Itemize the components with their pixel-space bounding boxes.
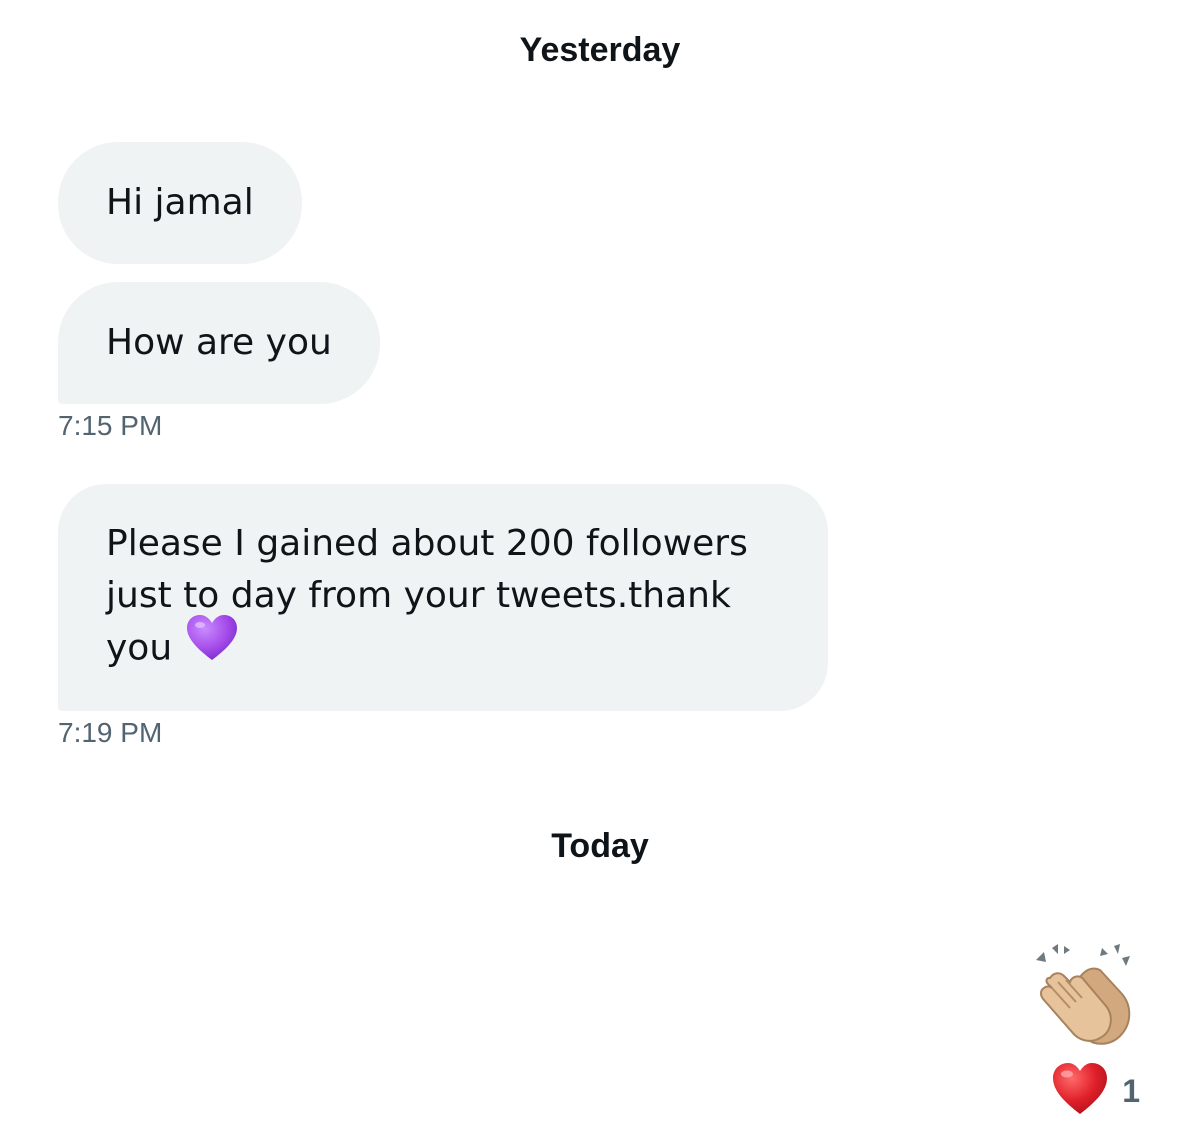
clapping-hands-icon[interactable]	[1030, 940, 1135, 1052]
day-separator-yesterday: Yesterday	[519, 31, 681, 69]
red-heart-icon	[1052, 1062, 1108, 1120]
message-bubble[interactable]: Hi jamal	[58, 142, 302, 264]
message-bubble[interactable]: Please I gained about 200 followers just…	[58, 484, 828, 711]
message-bubble[interactable]: How are you	[58, 282, 380, 404]
message-text: Hi jamal	[106, 182, 254, 223]
message-text: How are you	[106, 322, 332, 363]
message-reaction[interactable]: 1	[1052, 1062, 1140, 1120]
purple-heart-icon	[186, 614, 238, 677]
day-separator-today: Today	[551, 827, 649, 865]
message-timestamp: 7:15 PM	[58, 410, 163, 441]
message-timestamp: 7:19 PM	[58, 717, 163, 748]
reaction-count: 1	[1122, 1072, 1140, 1109]
